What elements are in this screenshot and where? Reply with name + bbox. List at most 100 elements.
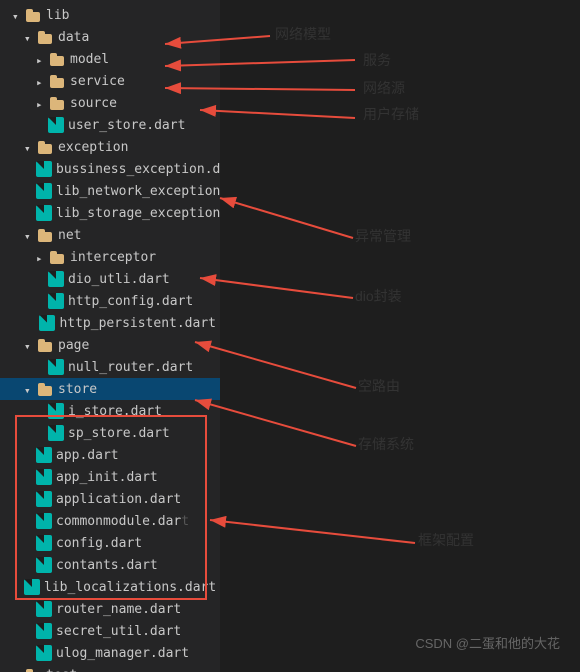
chevron-page	[24, 339, 36, 351]
tree-item-test[interactable]: test	[0, 664, 220, 672]
chevron-source	[36, 97, 48, 109]
chevron-model	[36, 53, 48, 65]
label-ulog-manager: ulog_manager.dart	[56, 646, 189, 661]
folder-icon-source	[50, 97, 66, 110]
dart-icon-lib-storage	[36, 205, 52, 221]
tree-item-store[interactable]: store	[0, 378, 220, 400]
label-user-store: user_store.dart	[68, 118, 185, 133]
label-i-store: i_store.dart	[68, 404, 162, 419]
tree-item-source[interactable]: source	[0, 92, 220, 114]
chevron-service	[36, 75, 48, 87]
annotation-kuangjia: 框架配置	[418, 530, 474, 550]
tree-item-http-config[interactable]: http_config.dart	[0, 290, 220, 312]
folder-icon-model	[50, 53, 66, 66]
tree-item-lib-network-exception[interactable]: lib_network_exception.dart	[0, 180, 220, 202]
tree-item-lib[interactable]: lib	[0, 4, 220, 26]
folder-icon-interceptor	[50, 251, 66, 264]
annotation-wangluoyuan: 网络源	[363, 78, 405, 98]
label-contants: contants.dart	[56, 558, 158, 573]
dart-icon-dio-utli	[48, 271, 64, 287]
tree-item-service[interactable]: service	[0, 70, 220, 92]
tree-item-page[interactable]: page	[0, 334, 220, 356]
label-store: store	[58, 382, 97, 397]
file-tree: lib data model service source	[0, 0, 220, 672]
tree-item-app-init[interactable]: app_init.dart	[0, 466, 220, 488]
dart-icon-i-store	[48, 403, 64, 419]
label-http-config: http_config.dart	[68, 294, 193, 309]
tree-item-sp-store[interactable]: sp_store.dart	[0, 422, 220, 444]
label-secret-util: secret_util.dart	[56, 624, 181, 639]
label-lib-storage-exception: lib_storage_exception.dart	[56, 206, 220, 221]
chevron-data	[24, 31, 36, 43]
dart-icon-lib-network	[36, 183, 52, 199]
dart-icon-http-config	[48, 293, 64, 309]
tree-item-lib-storage-exception[interactable]: lib_storage_exception.dart	[0, 202, 220, 224]
dart-icon-application	[36, 491, 52, 507]
label-app: app.dart	[56, 448, 119, 463]
tree-item-data[interactable]: data	[0, 26, 220, 48]
chevron-store	[24, 383, 36, 395]
folder-icon-exception	[38, 141, 54, 154]
label-dio-utli: dio_utli.dart	[68, 272, 170, 287]
folder-icon-service	[50, 75, 66, 88]
tree-item-user-store[interactable]: user_store.dart	[0, 114, 220, 136]
tree-item-secret-util[interactable]: secret_util.dart	[0, 620, 220, 642]
label-interceptor: interceptor	[70, 250, 156, 265]
label-config: config.dart	[56, 536, 142, 551]
tree-item-bussiness-exception[interactable]: bussiness_exception.dart	[0, 158, 220, 180]
tree-item-interceptor[interactable]: interceptor	[0, 246, 220, 268]
dart-icon-app	[36, 447, 52, 463]
label-page: page	[58, 338, 89, 353]
dart-icon-router-name	[36, 601, 52, 617]
tree-item-i-store[interactable]: i_store.dart	[0, 400, 220, 422]
dart-icon-user-store	[48, 117, 64, 133]
tree-item-commonmodule[interactable]: commonmodule.dart	[0, 510, 220, 532]
label-lib: lib	[46, 8, 69, 23]
tree-item-http-persistent[interactable]: http_persistent.dart	[0, 312, 220, 334]
tree-item-lib-localizations[interactable]: lib_localizations.dart	[0, 576, 220, 598]
annotation-wangluomoxing: 网络模型	[275, 24, 331, 44]
label-test: test	[46, 668, 77, 672]
tree-item-config[interactable]: config.dart	[0, 532, 220, 554]
label-exception: exception	[58, 140, 128, 155]
folder-icon-data	[38, 31, 54, 44]
label-null-router: null_router.dart	[68, 360, 193, 375]
tree-item-contants[interactable]: contants.dart	[0, 554, 220, 576]
label-lib-localizations: lib_localizations.dart	[44, 580, 216, 595]
annotation-ccxt: 存储系统	[358, 434, 414, 454]
label-lib-network-exception: lib_network_exception.dart	[56, 184, 220, 199]
chevron-exception	[24, 141, 36, 153]
annotation-diofz: dio封装	[355, 286, 402, 306]
chevron-lib	[12, 9, 24, 21]
chevron-net	[24, 229, 36, 241]
label-application: application.dart	[56, 492, 181, 507]
dart-icon-http-persistent	[39, 315, 55, 331]
tree-item-exception[interactable]: exception	[0, 136, 220, 158]
tree-item-app[interactable]: app.dart	[0, 444, 220, 466]
label-service: service	[70, 74, 125, 89]
folder-icon-page	[38, 339, 54, 352]
tree-item-application[interactable]: application.dart	[0, 488, 220, 510]
folder-icon-store	[38, 383, 54, 396]
folder-icon-test	[26, 669, 42, 672]
dart-icon-contants	[36, 557, 52, 573]
dart-icon-sp-store	[48, 425, 64, 441]
folder-icon-net	[38, 229, 54, 242]
label-app-init: app_init.dart	[56, 470, 158, 485]
annotation-yichangguanli: 异常管理	[355, 226, 411, 246]
label-model: model	[70, 52, 109, 67]
label-sp-store: sp_store.dart	[68, 426, 170, 441]
tree-item-null-router[interactable]: null_router.dart	[0, 356, 220, 378]
annotation-yonghucc: 用户存储	[363, 104, 419, 124]
chevron-interceptor	[36, 251, 48, 263]
dart-icon-bussiness	[36, 161, 52, 177]
dart-icon-app-init	[36, 469, 52, 485]
tree-item-dio-utli[interactable]: dio_utli.dart	[0, 268, 220, 290]
tree-item-router-name[interactable]: router_name.dart	[0, 598, 220, 620]
tree-item-ulog-manager[interactable]: ulog_manager.dart	[0, 642, 220, 664]
tree-item-net[interactable]: net	[0, 224, 220, 246]
label-commonmodule: commonmodule.dar	[56, 514, 181, 529]
tree-item-model[interactable]: model	[0, 48, 220, 70]
dart-icon-config	[36, 535, 52, 551]
annotation-kongluyou: 空路由	[358, 376, 400, 396]
